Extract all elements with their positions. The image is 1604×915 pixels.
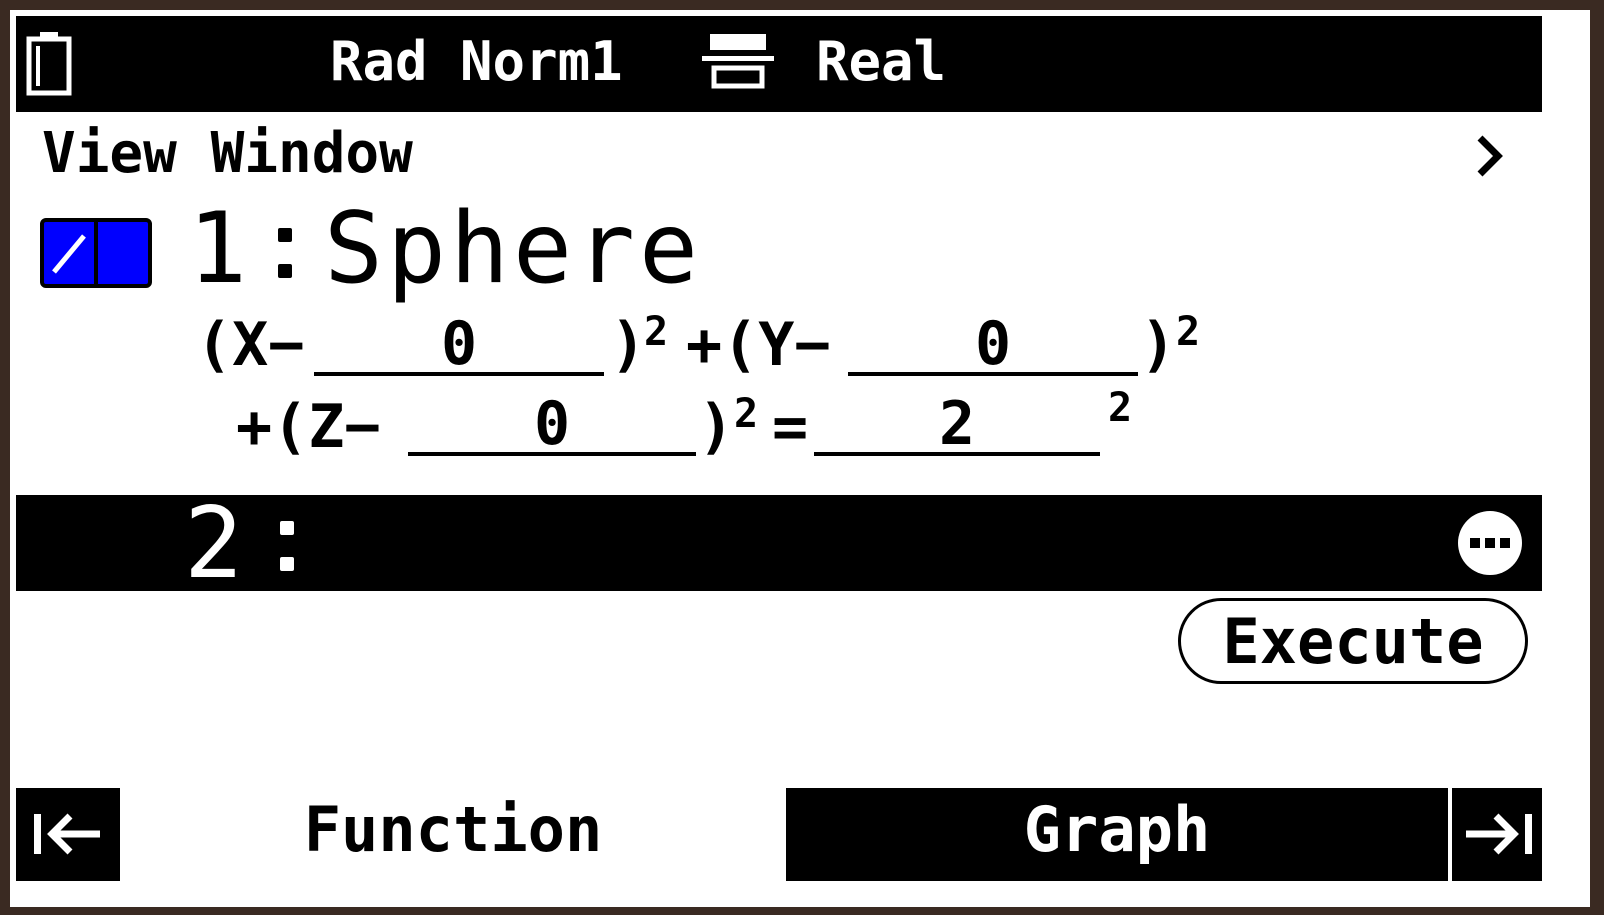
y-term-prefix: +(Y− bbox=[686, 310, 831, 380]
function-index: 2 bbox=[184, 487, 244, 601]
z-term-suffix: ) bbox=[698, 392, 735, 462]
x-term-suffix: ) bbox=[610, 310, 647, 380]
battery-icon bbox=[26, 32, 72, 96]
z-center-field[interactable]: 0 bbox=[408, 392, 696, 456]
arrow-to-start-icon bbox=[34, 813, 100, 855]
chevron-right-icon[interactable] bbox=[1474, 134, 1504, 178]
colon bbox=[278, 222, 292, 282]
tab-function[interactable]: Function bbox=[120, 788, 786, 881]
y-center-field[interactable]: 0 bbox=[848, 312, 1138, 376]
calculator-screen: Rad Norm1 Real View Window 1 Sphere (X− … bbox=[10, 10, 1590, 907]
status-bar: Rad Norm1 Real bbox=[16, 16, 1542, 112]
more-options-icon[interactable] bbox=[1456, 509, 1524, 577]
function-type[interactable]: Sphere bbox=[324, 194, 702, 304]
colon bbox=[280, 515, 294, 575]
bottom-tab-bar: Function Graph bbox=[16, 788, 1542, 881]
equals-sign: = bbox=[772, 392, 809, 462]
arrow-to-end-icon bbox=[1466, 813, 1532, 855]
radius-exponent: 2 bbox=[1108, 385, 1133, 431]
page-title: View Window bbox=[42, 121, 413, 186]
function-index: 1 bbox=[188, 192, 248, 306]
radius-field[interactable]: 2 bbox=[814, 392, 1100, 456]
graph-toggle-icon[interactable] bbox=[40, 218, 152, 288]
function-row-2[interactable]: 2 bbox=[16, 489, 1542, 599]
x-center-field[interactable]: 0 bbox=[314, 312, 604, 376]
nav-left-button[interactable] bbox=[16, 788, 120, 881]
nav-right-button[interactable] bbox=[1452, 788, 1542, 881]
display-format-icon bbox=[702, 34, 774, 89]
z-exponent: 2 bbox=[734, 391, 759, 437]
angle-mode-status: Rad Norm1 bbox=[330, 30, 623, 93]
y-exponent: 2 bbox=[1176, 309, 1201, 355]
x-exponent: 2 bbox=[644, 309, 669, 355]
y-term-suffix: ) bbox=[1140, 310, 1177, 380]
x-term-prefix: (X− bbox=[196, 310, 305, 380]
tab-graph[interactable]: Graph bbox=[786, 788, 1448, 881]
number-format-status: Real bbox=[816, 30, 947, 93]
z-term-prefix: +(Z− bbox=[236, 392, 381, 462]
execute-button[interactable]: Execute bbox=[1178, 598, 1528, 684]
